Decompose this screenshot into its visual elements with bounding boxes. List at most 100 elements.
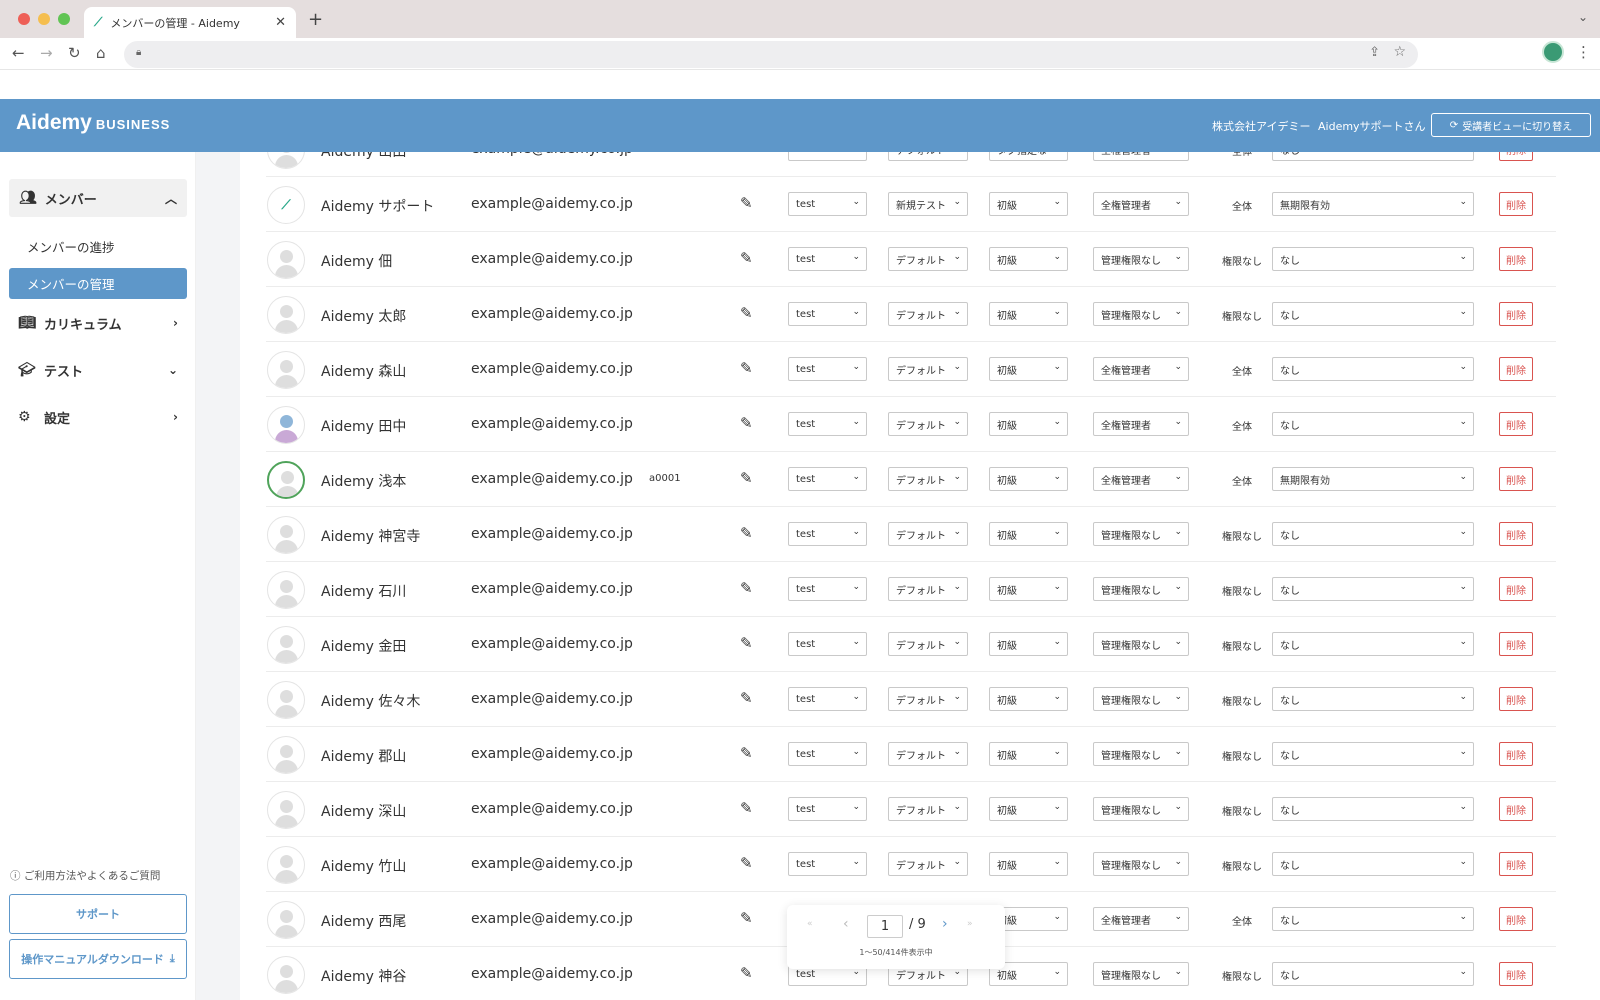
role-select[interactable]: 管理権限なし ⌄: [1093, 852, 1189, 876]
expiry-select[interactable]: なし ⌄: [1272, 577, 1474, 601]
level-select[interactable]: 初級 ⌄: [989, 797, 1068, 821]
delete-button[interactable]: 削除: [1499, 357, 1533, 381]
browser-menu-icon[interactable]: ⋮: [1576, 43, 1591, 61]
expiry-select[interactable]: 無期限有効 ⌄: [1272, 467, 1474, 491]
delete-button[interactable]: 削除: [1499, 522, 1533, 546]
level-select[interactable]: 初級 ⌄: [989, 357, 1068, 381]
edit-pencil-icon[interactable]: ✎: [740, 964, 753, 982]
group-select[interactable]: test ⌄: [788, 192, 867, 216]
expiry-select[interactable]: なし ⌄: [1272, 632, 1474, 656]
group-select[interactable]: test ⌄: [788, 467, 867, 491]
home-icon[interactable]: ⌂: [96, 44, 106, 62]
sidebar-item-test[interactable]: 🎓︎ テスト ⌄: [18, 360, 178, 380]
browser-tab[interactable]: ⟋ メンバーの管理 - Aidemy ✕: [84, 7, 296, 38]
profile-avatar[interactable]: [1542, 41, 1564, 63]
level-select[interactable]: 初級 ⌄: [989, 302, 1068, 326]
course-select[interactable]: 新規テスト ⌄: [888, 192, 968, 216]
edit-pencil-icon[interactable]: ✎: [740, 304, 753, 322]
manual-download-button[interactable]: 操作マニュアルダウンロード ⤓: [9, 939, 187, 979]
delete-button[interactable]: 削除: [1499, 302, 1533, 326]
group-select[interactable]: test ⌄: [788, 577, 867, 601]
level-select[interactable]: 初級 ⌄: [989, 742, 1068, 766]
edit-pencil-icon[interactable]: ✎: [740, 909, 753, 927]
course-select[interactable]: デフォルト ⌄: [888, 742, 968, 766]
role-select[interactable]: 管理権限なし ⌄: [1093, 962, 1189, 986]
faq-link[interactable]: ⓘ ご利用方法やよくあるご質問: [10, 868, 160, 883]
edit-pencil-icon[interactable]: ✎: [740, 689, 753, 707]
delete-button[interactable]: 削除: [1499, 797, 1533, 821]
role-select[interactable]: 管理権限なし ⌄: [1093, 742, 1189, 766]
level-select[interactable]: 初級 ⌄: [989, 852, 1068, 876]
role-select[interactable]: 管理権限なし ⌄: [1093, 302, 1189, 326]
expiry-select[interactable]: なし ⌄: [1272, 357, 1474, 381]
expiry-select[interactable]: なし ⌄: [1272, 852, 1474, 876]
sidebar-item-curriculum[interactable]: 📖︎ カリキュラム ›: [18, 313, 178, 333]
course-select[interactable]: デフォルト ⌄: [888, 852, 968, 876]
level-select[interactable]: 初級 ⌄: [989, 522, 1068, 546]
edit-pencil-icon[interactable]: ✎: [740, 359, 753, 377]
course-select[interactable]: デフォルト ⌄: [888, 302, 968, 326]
role-select[interactable]: 管理権限なし ⌄: [1093, 522, 1189, 546]
course-select[interactable]: デフォルト ⌄: [888, 247, 968, 271]
current-page-input[interactable]: 1: [867, 915, 903, 938]
role-select[interactable]: 全権管理者 ⌄: [1093, 192, 1189, 216]
group-select[interactable]: test ⌄: [788, 522, 867, 546]
bookmark-star-icon[interactable]: ☆: [1393, 44, 1406, 60]
course-select[interactable]: デフォルト ⌄: [888, 687, 968, 711]
expiry-select[interactable]: なし ⌄: [1272, 907, 1474, 931]
level-select[interactable]: 初級 ⌄: [989, 192, 1068, 216]
delete-button[interactable]: 削除: [1499, 192, 1533, 216]
group-select[interactable]: test ⌄: [788, 742, 867, 766]
edit-pencil-icon[interactable]: ✎: [740, 854, 753, 872]
group-select[interactable]: test ⌄: [788, 632, 867, 656]
delete-button[interactable]: 削除: [1499, 247, 1533, 271]
edit-pencil-icon[interactable]: ✎: [740, 194, 753, 212]
course-select[interactable]: デフォルト ⌄: [888, 522, 968, 546]
role-select[interactable]: 全権管理者 ⌄: [1093, 152, 1189, 161]
sidebar-item-settings[interactable]: ⚙ 設定 ›: [18, 407, 178, 427]
address-bar[interactable]: 🔒︎ ⇪ ☆: [124, 41, 1418, 68]
role-select[interactable]: 管理権限なし ⌄: [1093, 247, 1189, 271]
delete-button[interactable]: 削除: [1499, 412, 1533, 436]
aidemy-logo[interactable]: Aidemy BUSINESS: [16, 111, 170, 135]
role-select[interactable]: 全権管理者 ⌄: [1093, 412, 1189, 436]
course-select[interactable]: デフォルト ⌄: [888, 632, 968, 656]
edit-pencil-icon[interactable]: ✎: [740, 152, 753, 157]
close-tab-icon[interactable]: ✕: [275, 15, 286, 30]
edit-pencil-icon[interactable]: ✎: [740, 634, 753, 652]
level-select[interactable]: 初級 ⌄: [989, 632, 1068, 656]
course-select[interactable]: デフォルト ⌄: [888, 412, 968, 436]
expiry-select[interactable]: なし ⌄: [1272, 687, 1474, 711]
delete-button[interactable]: 削除: [1499, 852, 1533, 876]
group-select[interactable]: test ⌄: [788, 687, 867, 711]
close-window-button[interactable]: [18, 13, 30, 25]
expiry-select[interactable]: 無期限有効 ⌄: [1272, 192, 1474, 216]
maximize-window-button[interactable]: [58, 13, 70, 25]
share-icon[interactable]: ⇪: [1369, 45, 1380, 60]
switch-view-button[interactable]: ⟳ 受講者ビューに切り替え: [1431, 113, 1591, 137]
course-select[interactable]: デフォルト ⌄: [888, 152, 968, 161]
level-select[interactable]: 初級 ⌄: [989, 687, 1068, 711]
sidebar-item-member-management[interactable]: メンバーの管理: [9, 268, 187, 299]
role-select[interactable]: 全権管理者 ⌄: [1093, 907, 1189, 931]
sidebar-item-member-progress[interactable]: メンバーの進捗: [27, 237, 115, 256]
tab-search-chevron-icon[interactable]: ⌄: [1578, 10, 1588, 24]
expiry-select[interactable]: なし ⌄: [1272, 152, 1474, 161]
edit-pencil-icon[interactable]: ✎: [740, 799, 753, 817]
back-icon[interactable]: ←: [12, 44, 25, 62]
group-select[interactable]: test ⌄: [788, 302, 867, 326]
sidebar-item-members[interactable]: 👥︎ メンバー ︿: [9, 179, 187, 217]
group-select[interactable]: test ⌄: [788, 357, 867, 381]
edit-pencil-icon[interactable]: ✎: [740, 414, 753, 432]
delete-button[interactable]: 削除: [1499, 687, 1533, 711]
role-select[interactable]: 管理権限なし ⌄: [1093, 797, 1189, 821]
edit-pencil-icon[interactable]: ✎: [740, 469, 753, 487]
group-select[interactable]: test ⌄: [788, 797, 867, 821]
edit-pencil-icon[interactable]: ✎: [740, 249, 753, 267]
expiry-select[interactable]: なし ⌄: [1272, 302, 1474, 326]
reload-icon[interactable]: ↻: [68, 44, 81, 62]
group-select[interactable]: test ⌄: [788, 247, 867, 271]
course-select[interactable]: デフォルト ⌄: [888, 577, 968, 601]
delete-button[interactable]: 削除: [1499, 632, 1533, 656]
course-select[interactable]: デフォルト ⌄: [888, 797, 968, 821]
